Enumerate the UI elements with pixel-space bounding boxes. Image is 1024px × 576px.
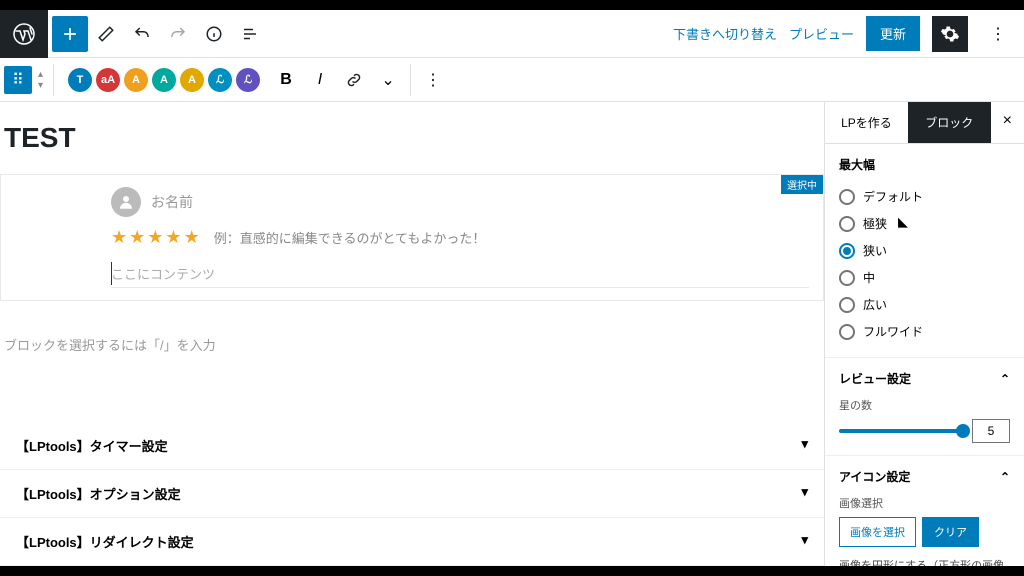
italic-button[interactable]: I (304, 64, 336, 96)
accordion-options[interactable]: 【LPtools】オプション設定▾ (0, 470, 824, 518)
circle-note: 画像を円形にする（正方形の画像をお使いください） (839, 557, 1010, 566)
outline-icon[interactable] (232, 16, 268, 52)
avatar-icon (111, 187, 141, 217)
top-toolbar: 下書きへ切り替え プレビュー 更新 ⋮ (0, 10, 1024, 58)
info-icon[interactable] (196, 16, 232, 52)
block-toolbar: ⠿ ▴ ▾ T aA A A A ℒ ℒ B I ⌄ ⋮ (0, 58, 1024, 102)
star-icon: ★ (129, 227, 145, 248)
stars-slider[interactable] (839, 429, 964, 433)
style-chip-6[interactable]: ℒ (208, 68, 232, 92)
style-chip-4[interactable]: A (152, 68, 176, 92)
chevron-down-icon[interactable]: ⌄ (372, 64, 404, 96)
move-down-icon[interactable]: ▾ (38, 80, 43, 91)
name-placeholder[interactable]: お名前 (151, 192, 193, 212)
slash-hint[interactable]: ブロックを選択するには「/」を入力 (0, 317, 824, 372)
radio-wide[interactable]: 広い (839, 291, 1010, 318)
style-chip-1[interactable]: T (68, 68, 92, 92)
settings-button[interactable] (932, 16, 968, 52)
chevron-down-icon: ▾ (801, 436, 808, 455)
chevron-down-icon: ▾ (801, 484, 808, 503)
select-image-button[interactable]: 画像を選択 (839, 517, 916, 547)
radio-default[interactable]: デフォルト (839, 183, 1010, 210)
add-block-button[interactable] (52, 16, 88, 52)
star-icon: ★ (184, 227, 200, 248)
editor-canvas: TEST 選択中 お名前 ★ ★ ★ ★ ★ (0, 102, 824, 566)
style-chip-2[interactable]: aA (96, 68, 120, 92)
accordion-timer[interactable]: 【LPtools】タイマー設定▾ (0, 422, 824, 470)
style-chip-5[interactable]: A (180, 68, 204, 92)
chevron-down-icon: ▾ (801, 532, 808, 551)
tab-block[interactable]: ブロック (908, 102, 991, 143)
tab-lp[interactable]: LPを作る (825, 102, 908, 143)
page-title[interactable]: TEST (0, 102, 824, 166)
metabox-list: 【LPtools】タイマー設定▾ 【LPtools】オプション設定▾ 【LPto… (0, 422, 824, 566)
radio-fullwide[interactable]: フルワイド (839, 318, 1010, 345)
radio-very-narrow[interactable]: 極狭 (839, 210, 1010, 237)
chevron-up-icon[interactable]: ⌃ (1000, 470, 1010, 484)
selected-badge: 選択中 (781, 175, 823, 194)
switch-draft-link[interactable]: 下書きへ切り替え (673, 24, 777, 43)
stars-input[interactable] (972, 419, 1010, 443)
redo-button[interactable] (160, 16, 196, 52)
star-icon: ★ (111, 227, 127, 248)
block-more-icon[interactable]: ⋮ (417, 64, 449, 96)
preview-link[interactable]: プレビュー (789, 24, 854, 43)
style-chip-7[interactable]: ℒ (236, 68, 260, 92)
wp-logo[interactable] (0, 10, 48, 58)
more-menu-icon[interactable]: ⋮ (980, 16, 1016, 52)
close-sidebar-icon[interactable]: × (991, 102, 1024, 143)
content-input[interactable]: ここにコンテンツ (111, 260, 809, 288)
review-panel-title: レビュー設定 (839, 370, 911, 387)
edit-icon[interactable] (88, 16, 124, 52)
panel-icon: アイコン設定 ⌃ 画像選択 画像を選択 クリア 画像を円形にする（正方形の画像をお… (825, 456, 1024, 566)
clear-image-button[interactable]: クリア (922, 517, 979, 547)
move-up-icon[interactable]: ▴ (38, 69, 43, 80)
settings-sidebar: LPを作る ブロック × 最大幅 デフォルト 極狭 狭い 中 広い フルワイド … (824, 102, 1024, 566)
link-button[interactable] (338, 64, 370, 96)
star-icon: ★ (165, 227, 181, 248)
stars-count-label: 星の数 (839, 397, 1010, 413)
radio-narrow[interactable]: 狭い (839, 237, 1010, 264)
panel-max-width: 最大幅 デフォルト 極狭 狭い 中 広い フルワイド (825, 144, 1024, 358)
review-block[interactable]: 選択中 お名前 ★ ★ ★ ★ ★ 例：直感的に編集できるのがとてもよか (0, 174, 824, 301)
radio-medium[interactable]: 中 (839, 264, 1010, 291)
panel-review: レビュー設定 ⌃ 星の数 (825, 358, 1024, 456)
max-width-label: 最大幅 (839, 156, 1010, 173)
image-select-label: 画像選択 (839, 495, 1010, 511)
chevron-up-icon[interactable]: ⌃ (1000, 372, 1010, 386)
style-chip-3[interactable]: A (124, 68, 148, 92)
bold-button[interactable]: B (270, 64, 302, 96)
update-button[interactable]: 更新 (866, 16, 920, 51)
review-text-placeholder[interactable]: 例：直感的に編集できるのがとてもよかった！ (214, 228, 486, 247)
accordion-redirect[interactable]: 【LPtools】リダイレクト設定▾ (0, 518, 824, 566)
star-icon: ★ (147, 227, 163, 248)
undo-button[interactable] (124, 16, 160, 52)
star-rating: ★ ★ ★ ★ ★ (111, 227, 200, 248)
block-handle-icon[interactable]: ⠿ (4, 66, 32, 94)
icon-panel-title: アイコン設定 (839, 468, 910, 485)
